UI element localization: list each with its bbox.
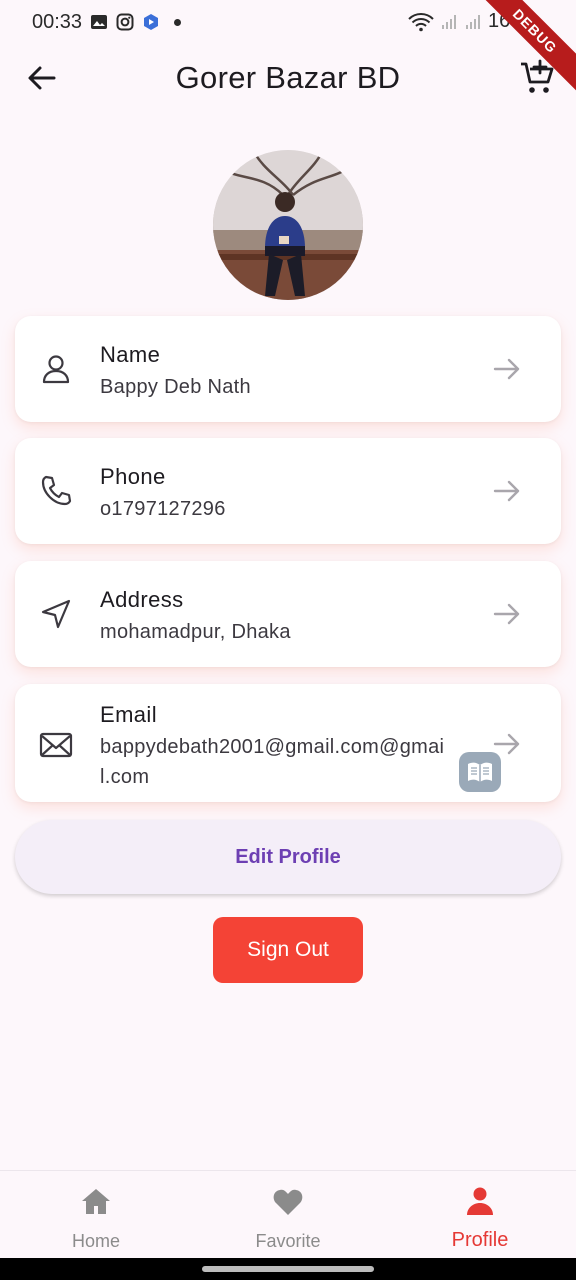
email-value-line2: l.com bbox=[100, 766, 150, 788]
edit-profile-button[interactable]: Edit Profile bbox=[15, 820, 561, 894]
arrow-right-icon[interactable] bbox=[491, 353, 523, 385]
nav-item-home[interactable]: Home bbox=[0, 1171, 192, 1258]
mail-icon bbox=[39, 732, 73, 758]
wifi-icon bbox=[408, 12, 434, 31]
signal-icon-2 bbox=[465, 14, 480, 29]
profile-card-address[interactable]: Address mohamadpur, Dhaka bbox=[15, 561, 561, 667]
phone-value: o1797127296 bbox=[100, 498, 226, 520]
reader-overlay-button[interactable] bbox=[459, 752, 501, 792]
nav-item-profile[interactable]: Profile bbox=[384, 1171, 576, 1258]
nav-item-favorite[interactable]: Favorite bbox=[192, 1171, 384, 1258]
back-arrow-icon[interactable] bbox=[24, 60, 60, 96]
gallery-icon bbox=[91, 15, 108, 29]
heart-icon bbox=[273, 1189, 303, 1215]
book-icon bbox=[468, 762, 492, 782]
nav-label-home: Home bbox=[71, 1231, 120, 1251]
profile-card-phone[interactable]: Phone o1797127296 bbox=[15, 438, 561, 544]
nav-label-favorite: Favorite bbox=[255, 1231, 321, 1251]
status-bar: 00:33 16% DEBUG bbox=[0, 0, 576, 101]
person-icon bbox=[42, 355, 70, 384]
arrow-right-icon[interactable] bbox=[491, 475, 523, 507]
location-arrow-icon bbox=[41, 599, 71, 629]
status-time: 00:33 bbox=[32, 10, 83, 33]
cart-add-icon[interactable] bbox=[518, 58, 558, 98]
address-value: mohamadpur, Dhaka bbox=[100, 621, 291, 643]
phone-label: Phone bbox=[100, 464, 166, 489]
more-notifications-dot bbox=[174, 18, 182, 26]
profile-avatar[interactable] bbox=[213, 150, 363, 300]
nav-label-profile: Profile bbox=[451, 1229, 509, 1251]
person-icon bbox=[467, 1187, 493, 1215]
email-label: Email bbox=[100, 702, 158, 727]
app-notification-icon bbox=[144, 14, 159, 30]
bottom-navigation: Home Favorite Profile bbox=[0, 1170, 576, 1258]
profile-card-name[interactable]: Name Bappy Deb Nath bbox=[15, 316, 561, 422]
address-label: Address bbox=[100, 587, 184, 612]
home-icon bbox=[82, 1189, 110, 1214]
page-title: Gorer Bazar BD bbox=[175, 60, 401, 95]
home-gesture-pill[interactable] bbox=[202, 1266, 374, 1272]
signal-icon bbox=[441, 14, 456, 29]
email-value-line1: bappydebath2001@gmail.com@gmai bbox=[100, 736, 445, 758]
name-value: Bappy Deb Nath bbox=[100, 376, 251, 398]
app-bar: Gorer Bazar BD bbox=[0, 44, 576, 112]
sign-out-button[interactable]: Sign Out bbox=[213, 917, 363, 983]
avatar-photo bbox=[213, 150, 363, 300]
name-label: Name bbox=[100, 342, 161, 367]
instagram-icon bbox=[116, 13, 134, 31]
phone-icon bbox=[41, 475, 72, 506]
arrow-right-icon[interactable] bbox=[491, 598, 523, 630]
